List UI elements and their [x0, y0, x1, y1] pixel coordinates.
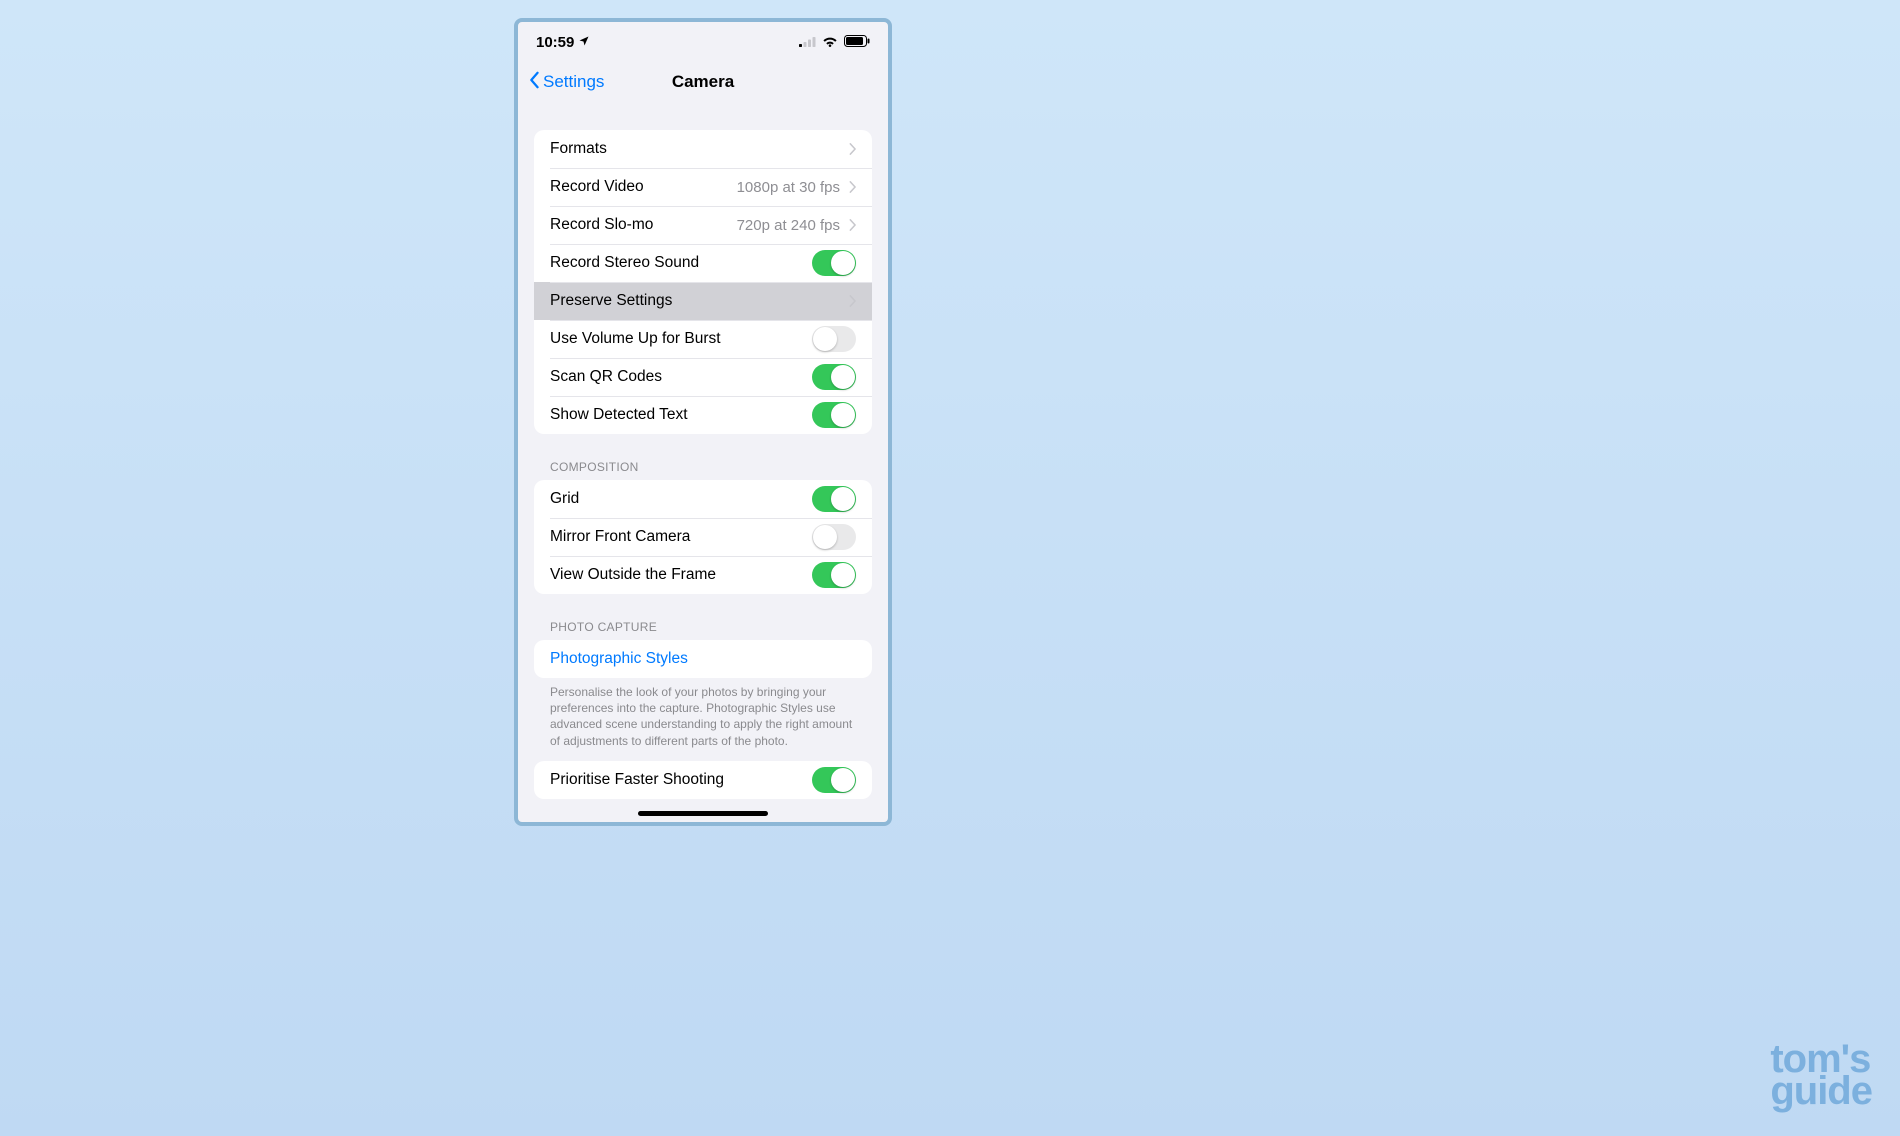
row-photographic-styles[interactable]: Photographic Styles: [534, 640, 872, 678]
row-label: Mirror Front Camera: [550, 528, 690, 546]
row-scan-qr-codes[interactable]: Scan QR Codes: [534, 358, 872, 396]
row-label: Show Detected Text: [550, 406, 688, 424]
row-label: Formats: [550, 140, 607, 158]
row-label: Scan QR Codes: [550, 368, 662, 386]
row-record-slo-mo[interactable]: Record Slo-mo 720p at 240 fps: [534, 206, 872, 244]
row-right: [812, 486, 856, 512]
settings-content[interactable]: FormatsRecord Video1080p at 30 fpsRecord…: [518, 102, 888, 822]
row-record-video[interactable]: Record Video 1080p at 30 fps: [534, 168, 872, 206]
location-icon: [578, 34, 590, 51]
chevron-right-icon: [848, 218, 856, 232]
row-view-outside-the-frame[interactable]: View Outside the Frame: [534, 556, 872, 594]
row-right: [812, 250, 856, 276]
row-group: FormatsRecord Video1080p at 30 fpsRecord…: [534, 130, 872, 434]
row-label: Preserve Settings: [550, 292, 672, 310]
chevron-left-icon: [528, 71, 540, 94]
row-label: Record Stereo Sound: [550, 254, 699, 272]
chevron-right-icon: [848, 142, 856, 156]
toggle[interactable]: [812, 402, 856, 428]
row-right: [812, 326, 856, 352]
row-mirror-front-camera[interactable]: Mirror Front Camera: [534, 518, 872, 556]
section-header: PHOTO CAPTURE: [518, 620, 888, 640]
wifi-icon: [822, 34, 838, 51]
back-button[interactable]: Settings: [528, 71, 604, 94]
row-label: Record Video: [550, 178, 644, 196]
status-time: 10:59: [536, 34, 574, 51]
row-right: [812, 364, 856, 390]
row-group: Grid Mirror Front Camera View Outside the …: [534, 480, 872, 594]
toggle[interactable]: [812, 562, 856, 588]
row-grid[interactable]: Grid: [534, 480, 872, 518]
row-right: [812, 562, 856, 588]
toggle[interactable]: [812, 524, 856, 550]
status-left: 10:59: [536, 34, 590, 51]
back-label: Settings: [543, 72, 604, 92]
row-record-stereo-sound[interactable]: Record Stereo Sound: [534, 244, 872, 282]
battery-icon: [844, 34, 870, 51]
row-label: View Outside the Frame: [550, 566, 716, 584]
row-use-volume-up-for-burst[interactable]: Use Volume Up for Burst: [534, 320, 872, 358]
watermark: tom's guide: [1770, 1042, 1872, 1108]
row-right: [812, 402, 856, 428]
phone-frame: 10:59: [514, 18, 892, 826]
toggle[interactable]: [812, 250, 856, 276]
toggle[interactable]: [812, 364, 856, 390]
page-title: Camera: [672, 72, 734, 92]
row-value: 720p at 240 fps: [737, 217, 840, 234]
watermark-line2: guide: [1770, 1074, 1872, 1108]
row-label: Photographic Styles: [550, 650, 688, 668]
chevron-right-icon: [848, 180, 856, 194]
row-group: Prioritise Faster Shooting: [534, 761, 872, 799]
nav-bar: Settings Camera: [518, 62, 888, 102]
home-indicator[interactable]: [638, 811, 768, 816]
row-right: [812, 767, 856, 793]
cell-signal-icon: [799, 34, 816, 51]
row-right: [812, 524, 856, 550]
toggle[interactable]: [812, 767, 856, 793]
row-right: [848, 294, 856, 308]
row-preserve-settings[interactable]: Preserve Settings: [534, 282, 872, 320]
row-value: 1080p at 30 fps: [737, 179, 840, 196]
row-label: Grid: [550, 490, 579, 508]
section-header: COMPOSITION: [518, 460, 888, 480]
section-footer: Personalise the look of your photos by b…: [518, 678, 888, 749]
status-right: [799, 34, 870, 51]
row-group: Photographic Styles: [534, 640, 872, 678]
row-label: Use Volume Up for Burst: [550, 330, 721, 348]
chevron-right-icon: [848, 294, 856, 308]
row-label: Record Slo-mo: [550, 216, 653, 234]
toggle[interactable]: [812, 326, 856, 352]
row-right: [848, 142, 856, 156]
row-formats[interactable]: Formats: [534, 130, 872, 168]
status-bar: 10:59: [518, 22, 888, 62]
row-right: 1080p at 30 fps: [737, 179, 856, 196]
row-right: 720p at 240 fps: [737, 217, 856, 234]
row-show-detected-text[interactable]: Show Detected Text: [534, 396, 872, 434]
row-prioritise-faster-shooting[interactable]: Prioritise Faster Shooting: [534, 761, 872, 799]
toggle[interactable]: [812, 486, 856, 512]
row-label: Prioritise Faster Shooting: [550, 771, 724, 789]
